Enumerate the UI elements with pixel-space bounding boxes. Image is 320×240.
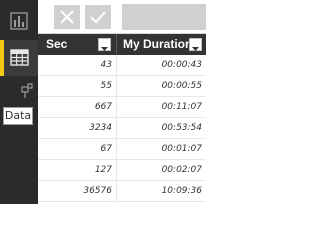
sec-cell: 127 xyxy=(94,165,112,175)
table-body: 43 00:00:43 55 00:00:55 667 00:11:07 323… xyxy=(38,55,206,202)
chevron-down-icon xyxy=(192,47,199,51)
table-row[interactable]: 36576 10:09:36 xyxy=(38,181,206,202)
data-view-button[interactable] xyxy=(0,40,38,76)
column-divider xyxy=(116,76,117,96)
data-table: Sec My Duration 43 00:00:43 55 00:00:55 … xyxy=(38,34,206,204)
bar-chart-icon xyxy=(10,12,28,30)
duration-cell: 00:02:07 xyxy=(161,165,202,175)
view-bar: Data xyxy=(0,0,38,204)
table-header: Sec My Duration xyxy=(38,34,206,55)
duration-cell: 00:11:07 xyxy=(161,102,202,112)
formula-input[interactable] xyxy=(122,4,206,30)
chevron-down-icon xyxy=(101,47,108,51)
sec-cell: 67 xyxy=(100,144,112,154)
sec-cell: 55 xyxy=(100,81,112,91)
header-divider xyxy=(116,34,117,55)
filter-dropdown-my-duration[interactable] xyxy=(189,38,202,51)
table-row[interactable]: 67 00:01:07 xyxy=(38,139,206,160)
close-icon xyxy=(60,10,74,24)
formula-bar xyxy=(38,0,206,34)
sec-cell: 3234 xyxy=(89,123,112,133)
column-divider xyxy=(116,55,117,75)
filter-dropdown-sec[interactable] xyxy=(98,38,111,51)
duration-cell: 10:09:36 xyxy=(161,186,202,196)
duration-cell: 00:00:55 xyxy=(161,81,202,91)
column-divider xyxy=(116,160,117,180)
check-icon xyxy=(90,11,106,24)
sec-cell: 667 xyxy=(94,102,112,112)
table-grid-icon xyxy=(10,49,29,66)
view-tooltip: Data xyxy=(3,107,33,125)
data-view-screen: Data Sec My Duration 43 00:00:43 55 00:0… xyxy=(0,0,206,204)
duration-cell: 00:00:43 xyxy=(161,60,202,70)
sec-cell: 43 xyxy=(100,60,112,70)
table-row[interactable]: 127 00:02:07 xyxy=(38,160,206,181)
duration-cell: 00:01:07 xyxy=(161,144,202,154)
duration-cell: 00:53:54 xyxy=(161,123,202,133)
table-row[interactable]: 43 00:00:43 xyxy=(38,55,206,76)
table-row[interactable]: 55 00:00:55 xyxy=(38,76,206,97)
column-divider xyxy=(116,118,117,138)
active-view-indicator xyxy=(0,40,4,76)
table-row[interactable]: 3234 00:53:54 xyxy=(38,118,206,139)
column-divider xyxy=(116,181,117,201)
table-row[interactable]: 667 00:11:07 xyxy=(38,97,206,118)
commit-formula-button[interactable] xyxy=(85,5,111,29)
sec-cell: 36576 xyxy=(83,186,112,196)
report-view-button[interactable] xyxy=(0,3,38,39)
cancel-formula-button[interactable] xyxy=(54,5,80,29)
column-divider xyxy=(116,97,117,117)
column-divider xyxy=(116,139,117,159)
